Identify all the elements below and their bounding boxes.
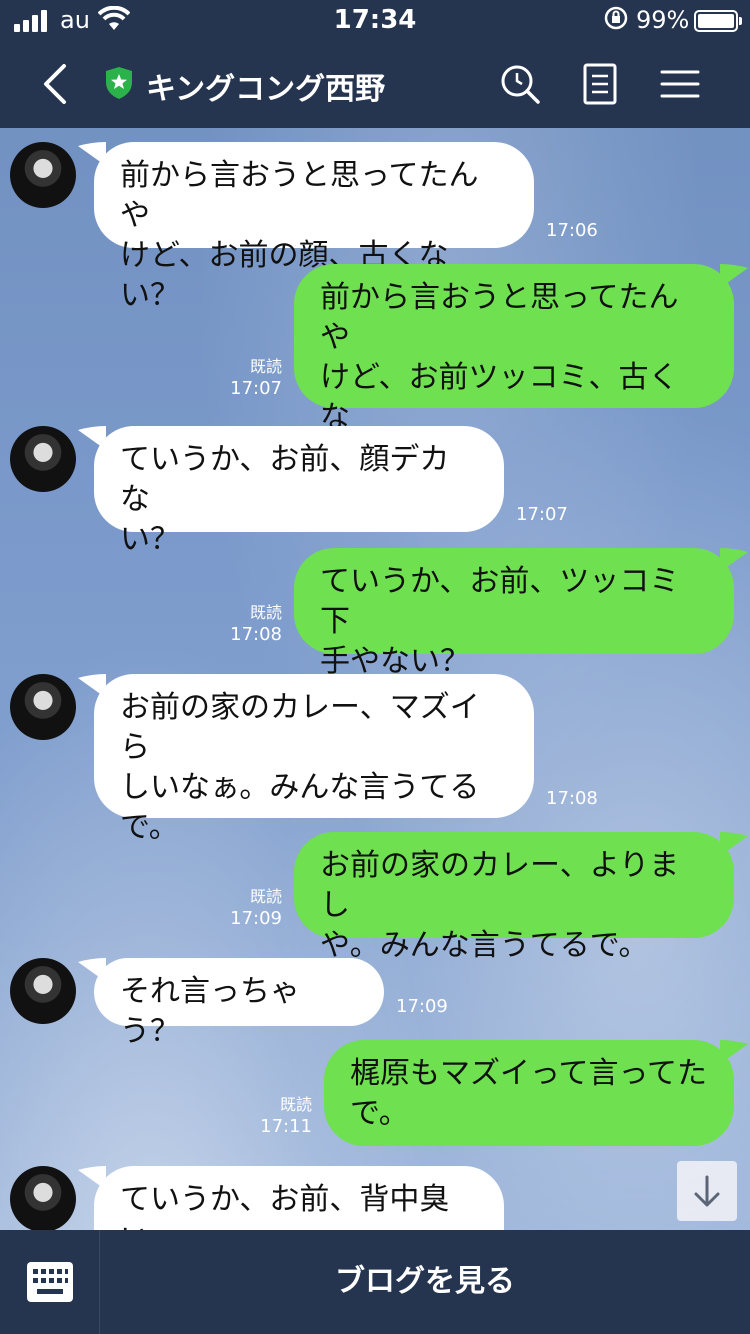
outgoing-message[interactable]: 梶原もマズイって言ってた で。 (324, 1040, 734, 1146)
sender-avatar[interactable] (10, 142, 76, 208)
read-receipt: 既読 17:07 (230, 357, 282, 399)
message-time: 17:08 (546, 788, 598, 809)
scroll-to-bottom-button[interactable] (677, 1161, 737, 1221)
sender-avatar[interactable] (10, 674, 76, 740)
bottom-bar: ブログを見る (0, 1230, 750, 1334)
sender-avatar[interactable] (10, 958, 76, 1024)
notes-icon[interactable] (578, 62, 622, 106)
search-icon[interactable] (498, 62, 542, 106)
status-bar: au 17:34 99% (0, 0, 750, 40)
keyboard-toggle-button[interactable] (0, 1230, 100, 1334)
bubble-tail (720, 832, 748, 856)
chat-title: キングコング西野 (146, 72, 386, 107)
battery-percent: 99% (636, 6, 690, 34)
app-header: au 17:34 99% キングコング西野 (0, 0, 750, 128)
sender-avatar[interactable] (10, 426, 76, 492)
bubble-tail (720, 548, 748, 572)
bubble-tail (720, 1040, 748, 1064)
incoming-message[interactable]: お前の家のカレー、マズイら しいなぁ。みんな言うてる で。 (94, 674, 534, 845)
battery-icon (694, 10, 742, 32)
menu-icon[interactable] (658, 62, 702, 106)
message-time: 17:06 (546, 220, 598, 241)
view-blog-button[interactable]: ブログを見る (100, 1230, 750, 1334)
outgoing-message[interactable]: 前から言おうと思ってたんや けど、お前ツッコミ、古くな い？ (294, 264, 734, 475)
incoming-message[interactable]: 前から言おうと思ってたんや けど、お前の顔、古くない？ (94, 142, 534, 313)
read-receipt: 既読 17:09 (230, 887, 282, 929)
read-receipt: 既読 17:11 (260, 1095, 312, 1137)
message-time: 17:07 (516, 504, 568, 525)
outgoing-message[interactable]: お前の家のカレー、よりまし や。みんな言うてるで。 (294, 832, 734, 963)
message-time: 17:09 (396, 996, 448, 1017)
back-button[interactable] (36, 60, 76, 108)
keyboard-icon (27, 1262, 73, 1302)
orientation-lock-icon (604, 6, 628, 36)
read-receipt: 既読 17:08 (230, 603, 282, 645)
incoming-message[interactable]: ていうか、お前、顔デカな い？ (94, 426, 504, 557)
bubble-tail (720, 264, 748, 288)
incoming-message[interactable]: ていうか、お前、背中臭い (94, 1166, 504, 1230)
incoming-message[interactable]: それ言っちゃう？ (94, 958, 384, 1049)
outgoing-message[interactable]: ていうか、お前、ツッコミ下 手やない？ (294, 548, 734, 679)
official-account-shield-icon (104, 66, 134, 100)
arrow-down-icon (694, 1175, 720, 1207)
message-list[interactable]: 前から言おうと思ってたんや けど、お前の顔、古くない？ 17:06 既読 17:0… (0, 128, 750, 1230)
sender-avatar[interactable] (10, 1166, 76, 1230)
